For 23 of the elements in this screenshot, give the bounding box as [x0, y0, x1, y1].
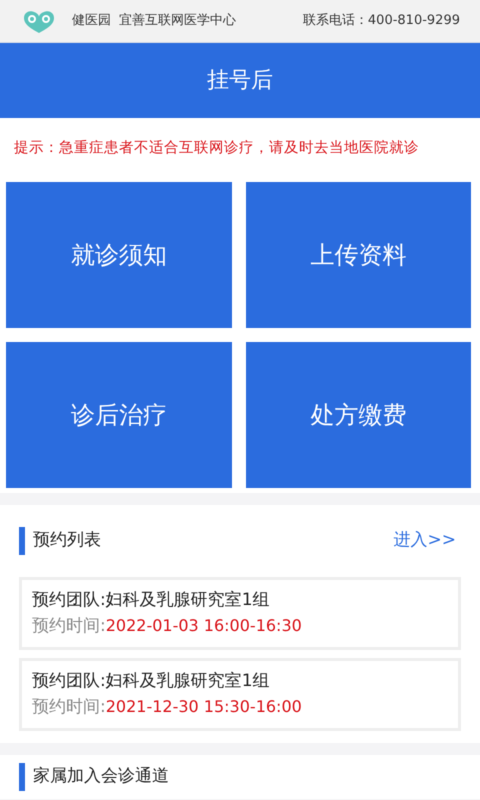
- enter-link[interactable]: 进入>>: [394, 528, 456, 554]
- organization-name: 宜善互联网医学中心: [119, 12, 236, 30]
- menu-tile[interactable]: 诊后治疗: [6, 342, 232, 488]
- appointment-card[interactable]: 预约团队:妇科及乳腺研究室1组 预约时间:2021-12-30 15:30-16:00: [19, 658, 461, 731]
- section-title: 预约列表: [33, 529, 101, 552]
- section-marker: [19, 527, 25, 555]
- appointment-time: 2021-12-30 15:30-16:00: [106, 696, 302, 718]
- menu-tile[interactable]: 就诊须知: [6, 182, 232, 328]
- menu-tile[interactable]: 处方缴费: [246, 342, 471, 488]
- logo-icon: [22, 9, 56, 33]
- page-title: 挂号后: [207, 67, 273, 95]
- appointment-card[interactable]: 预约团队:妇科及乳腺研究室1组 预约时间:2022-01-03 16:00-16:30: [19, 577, 461, 650]
- section-title: 家属加入会诊通道: [33, 765, 169, 788]
- brand-name: 健医园: [72, 12, 111, 30]
- time-label: 预约时间:: [32, 696, 106, 718]
- section-marker: [19, 763, 25, 791]
- appointment-team: 预约团队:妇科及乳腺研究室1组: [32, 589, 271, 612]
- appointment-team: 预约团队:妇科及乳腺研究室1组: [32, 670, 271, 693]
- appointment-time: 2022-01-03 16:00-16:30: [106, 614, 302, 636]
- warning-notice: 提示：急重症患者不适合互联网诊疗，请及时去当地医院就诊: [14, 140, 419, 156]
- phone-number: 联系电话：400-810-9299: [302, 12, 460, 30]
- menu-tile[interactable]: 上传资料: [246, 182, 471, 328]
- time-label: 预约时间:: [32, 614, 106, 638]
